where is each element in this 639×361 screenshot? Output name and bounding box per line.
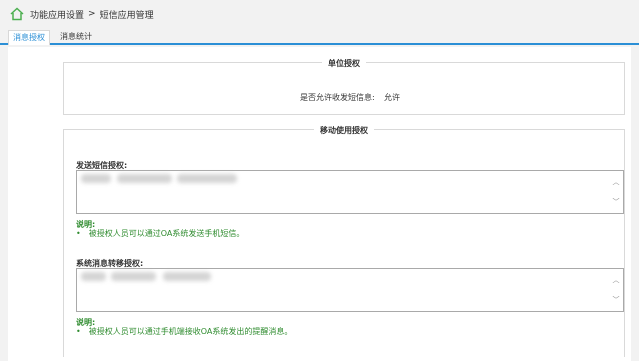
- redacted-name: [81, 272, 106, 281]
- sms-note-item: • 被授权人员可以通过OA系统发送手机短信。: [76, 228, 244, 239]
- allow-sms-label: 是否允许收发短信息:: [300, 93, 375, 102]
- scroll-down-icon[interactable]: ﹀: [611, 197, 621, 207]
- redacted-name: [177, 174, 237, 183]
- bullet-icon: •: [76, 229, 81, 238]
- home-icon[interactable]: [10, 7, 24, 21]
- scroll-up-icon[interactable]: ︿: [611, 177, 621, 187]
- forward-note-item: • 被授权人员可以通过手机端接收OA系统发出的提醒消息。: [76, 326, 292, 337]
- breadcrumb-parent[interactable]: 功能应用设置: [30, 8, 84, 21]
- forward-note-text: 被授权人员可以通过手机端接收OA系统发出的提醒消息。: [88, 327, 293, 336]
- breadcrumb-current: 短信应用管理: [99, 10, 154, 21]
- mobile-authorization-section: 移动使用授权 发送短信授权: ︿ ﹀ 说明: • 被授权人员可以通过OA系统发送手…: [63, 125, 625, 357]
- breadcrumb-separator: >: [88, 9, 96, 19]
- redacted-name: [81, 174, 111, 183]
- main-content: 单位授权 是否允许收发短信息: 允许 移动使用授权 发送短信授权: ︿ ﹀ 说明…: [8, 47, 631, 361]
- sms-note-text: 被授权人员可以通过OA系统发送手机短信。: [88, 229, 245, 238]
- bullet-icon: •: [76, 327, 81, 336]
- tab-message-authorization[interactable]: 消息授权: [8, 30, 50, 45]
- mobile-authorization-legend: 移动使用授权: [314, 125, 374, 136]
- scroll-up-icon[interactable]: ︿: [611, 275, 621, 285]
- forward-authorization-textarea[interactable]: ︿ ﹀: [76, 268, 624, 312]
- tab-message-statistics[interactable]: 消息统计: [56, 30, 96, 45]
- redacted-name: [111, 272, 156, 281]
- tab-bar: 消息授权 消息统计: [0, 28, 639, 45]
- redacted-name: [117, 174, 172, 183]
- allow-sms-value: 允许: [384, 93, 400, 102]
- scroll-down-icon[interactable]: ﹀: [611, 295, 621, 305]
- unit-authorization-legend: 单位授权: [322, 58, 366, 69]
- sms-authorization-textarea[interactable]: ︿ ﹀: [76, 170, 624, 214]
- redacted-name: [163, 272, 211, 281]
- breadcrumb: 功能应用设置 > 短信应用管理: [0, 0, 639, 28]
- unit-authorization-section: 单位授权 是否允许收发短信息: 允许: [63, 58, 625, 115]
